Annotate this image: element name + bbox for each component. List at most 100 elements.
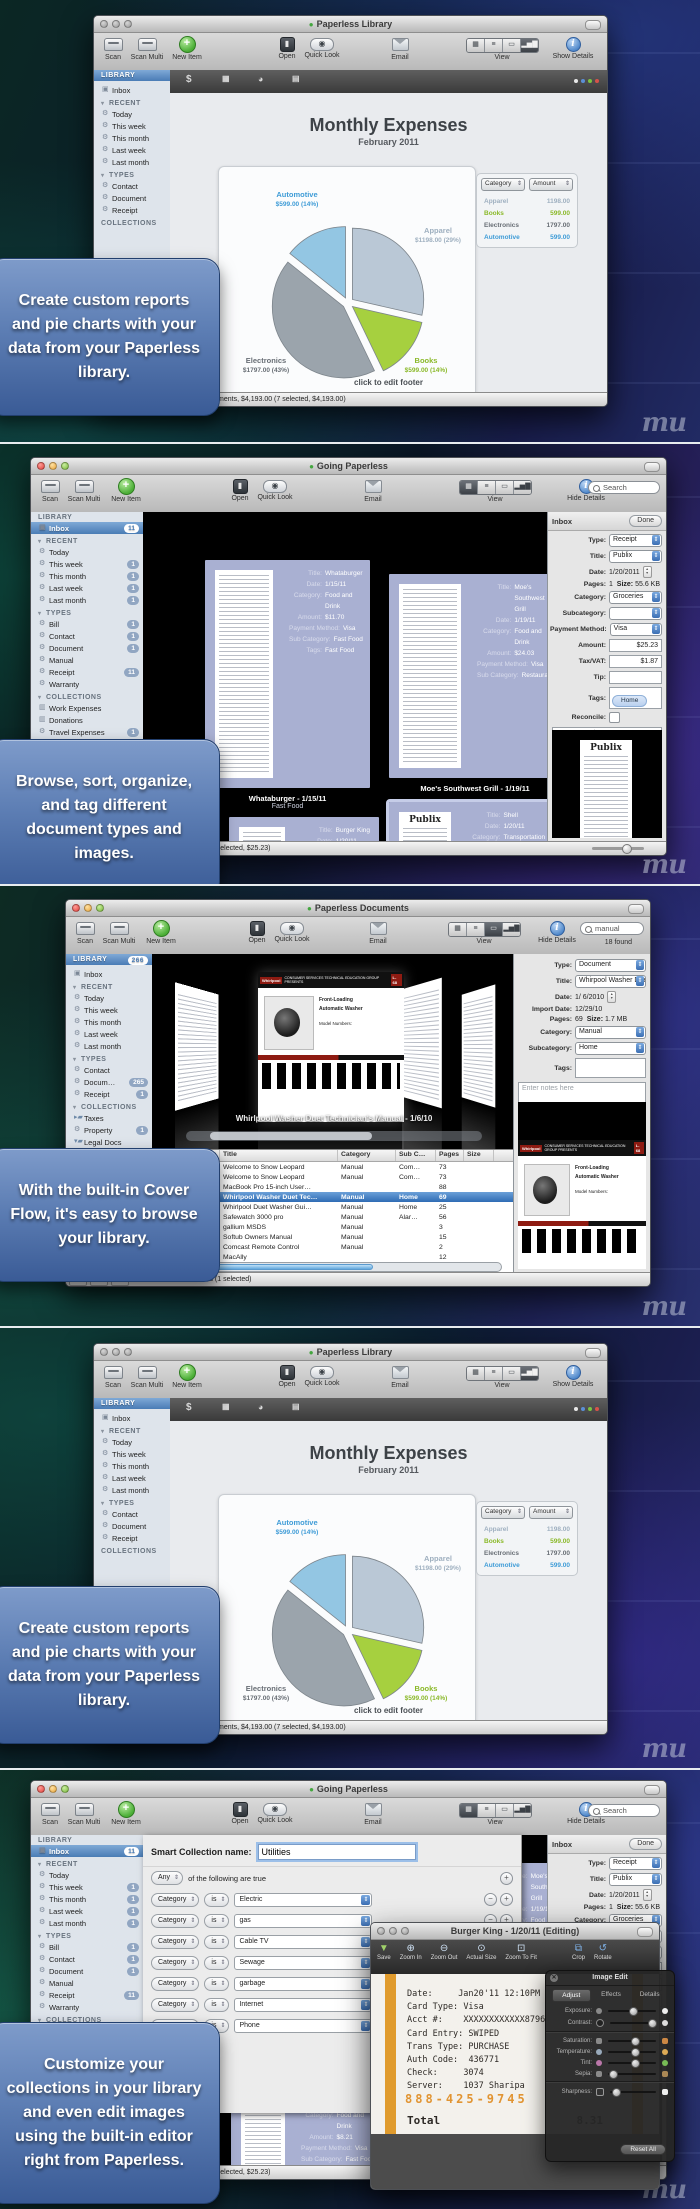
new-item-button[interactable]: + New Item — [144, 920, 178, 945]
sidebar-item-today[interactable]: ⚙ Today — [31, 1869, 143, 1881]
remove-rule-button[interactable]: − — [484, 1893, 497, 1906]
legend-category-popup[interactable]: Category — [481, 178, 525, 191]
exposure-slider[interactable]: Exposure: — [546, 2005, 674, 2016]
sidebar-group-recent[interactable]: ▾ RECENT — [31, 1857, 143, 1869]
sidebar-item-warranty[interactable]: ⚙ Warranty — [31, 678, 143, 690]
scan-button[interactable]: Scan — [37, 1803, 63, 1826]
minimize-button[interactable] — [112, 20, 120, 28]
document-card-burger-king[interactable]: Title:Burger King Date:1/20/11 Category:… — [229, 817, 379, 842]
open-button[interactable]: ▮ Open — [276, 1365, 298, 1388]
sidebar-item-last-month[interactable]: ⚙ 1 Last month — [31, 1917, 143, 1929]
sidebar-item-this-week[interactable]: ⚙ 1 This week — [31, 1881, 143, 1893]
rule-operator-popup[interactable]: is — [204, 1998, 229, 2012]
window-controls[interactable] — [100, 1348, 132, 1356]
open-button[interactable]: ▮ Open — [229, 479, 251, 502]
view-coverflow-segment[interactable]: ▭ — [503, 39, 521, 52]
sidebar-item-inbox[interactable]: ▣ Inbox — [94, 1412, 170, 1424]
view-grid-segment[interactable]: ▦ — [460, 1804, 478, 1817]
pie-chart-icon[interactable]: ◕ — [258, 74, 263, 84]
report-footer[interactable]: click to edit footer — [170, 1706, 607, 1715]
date-value[interactable]: 1/ 6/2010▴ ▾ — [575, 991, 646, 1003]
sidebar-item-contact[interactable]: ⚙ 1 Contact — [31, 630, 143, 642]
sidebar-item-this-month[interactable]: ⚙ This month — [94, 1460, 170, 1472]
email-button[interactable]: Email — [388, 38, 412, 61]
toolbar-toggle-button[interactable] — [585, 1348, 601, 1358]
card-icon[interactable]: ▤ — [292, 74, 300, 83]
sidebar-item-document[interactable]: ⚙ 1 Document — [31, 1965, 143, 1977]
sidebar-item-last-month[interactable]: ⚙ 1 Last month — [31, 594, 143, 606]
disclosure-triangle-icon[interactable]: ▾ — [38, 1934, 42, 1940]
payment-method-popup[interactable]: Visa — [610, 623, 662, 636]
cover-selected[interactable]: Whirlpool CONSUMER SERVICES TECHNICAL ED… — [258, 972, 404, 1122]
title-combo[interactable]: Publix — [609, 550, 662, 563]
view-report-segment[interactable]: ▂▅▇ — [514, 1804, 531, 1817]
zoom-button[interactable] — [61, 462, 69, 470]
view-coverflow-segment[interactable]: ▭ — [485, 923, 503, 936]
scan-multi-button[interactable]: Scan Multi — [65, 480, 103, 503]
titlebar[interactable]: Burger King - 1/20/11 (Editing) — [371, 1923, 659, 1940]
titlebar[interactable]: ● Paperless Documents — [66, 900, 650, 917]
search-field[interactable]: Search — [588, 1804, 660, 1817]
view-segmented-control[interactable]: ▦ ≡ ▭ ▂▅▇ — [466, 1366, 539, 1381]
scan-button[interactable]: Scan — [100, 1366, 126, 1389]
sidebar-group-recent[interactable]: ▾ RECENT — [31, 534, 143, 546]
type-popup[interactable]: Receipt — [609, 534, 662, 547]
sidebar-item-documents[interactable]: ⚙ 265 Docum… — [66, 1076, 152, 1088]
tip-field[interactable] — [609, 671, 662, 684]
view-list-segment[interactable]: ≡ — [467, 923, 485, 936]
hide-details-button[interactable]: i Hide Details — [534, 921, 580, 944]
view-switcher[interactable]: ▦ ≡ ▭ ▂▅▇ View — [448, 922, 520, 945]
done-button[interactable]: Done — [629, 1838, 662, 1850]
legend-amount-popup[interactable]: Amount — [529, 178, 573, 191]
view-segmented-control[interactable]: ▦ ≡ ▭ ▂▅▇ — [459, 1803, 532, 1818]
sidebar-item-last-week[interactable]: ⚙ Last week — [94, 1472, 170, 1484]
view-switcher[interactable]: ▦ ≡ ▭ ▂▅▇ View — [459, 1803, 531, 1826]
minimize-button[interactable] — [49, 1785, 57, 1793]
view-list-segment[interactable]: ≡ — [478, 481, 496, 494]
new-item-button[interactable]: + New Item — [109, 478, 143, 503]
disclosure-triangle-icon[interactable]: ▾ — [38, 611, 42, 617]
sidebar-item-last-week[interactable]: ⚙ 1 Last week — [31, 582, 143, 594]
sidebar-group-recent[interactable]: ▾ RECENT — [94, 96, 170, 108]
sidebar-item-manual[interactable]: ⚙ Manual — [31, 1977, 143, 1989]
titlebar[interactable]: ● Paperless Library — [94, 16, 607, 33]
column-sub-category[interactable]: Sub C… — [396, 1150, 436, 1161]
tab-effects[interactable]: Effects — [593, 1989, 630, 2002]
disclosure-triangle-icon[interactable]: ▾ — [101, 1429, 105, 1435]
sidebar-header-library[interactable]: LIBRARY — [31, 512, 143, 522]
sidebar-group-recent[interactable]: ▾ RECENT — [66, 980, 152, 992]
close-button[interactable] — [37, 462, 45, 470]
zoom-button[interactable] — [96, 904, 104, 912]
window-controls[interactable] — [377, 1927, 409, 1935]
disclosure-triangle-icon[interactable]: ▾ — [38, 539, 42, 545]
sidebar-item-contact[interactable]: ⚙ 1 Contact — [31, 1953, 143, 1965]
titlebar[interactable]: ● Going Paperless — [31, 458, 666, 475]
thumbnail-zoom-slider[interactable] — [592, 847, 644, 850]
new-item-button[interactable]: + New Item — [109, 1801, 143, 1826]
document-preview[interactable]: Publix — [552, 730, 662, 838]
sidebar-item-last-month[interactable]: ⚙ Last month — [66, 1040, 152, 1052]
date-stepper[interactable]: ▴ ▾ — [643, 1889, 652, 1901]
sidebar-item-today[interactable]: ⚙ Today — [66, 992, 152, 1004]
rule-operator-popup[interactable]: is — [204, 1956, 229, 1970]
view-grid-segment[interactable]: ▦ — [460, 481, 478, 494]
sidebar-item-document[interactable]: ⚙ 1 Document — [31, 642, 143, 654]
window-controls[interactable] — [100, 20, 132, 28]
sidebar-header-library[interactable]: LIBRARY — [94, 70, 170, 81]
save-button[interactable]: ▼ Save — [377, 1943, 391, 1961]
tags-field[interactable] — [575, 1058, 646, 1078]
sidebar-item-contact[interactable]: ⚙ Contact — [66, 1064, 152, 1076]
titlebar[interactable]: ● Going Paperless — [31, 1781, 666, 1798]
sidebar-item-this-week[interactable]: ⚙ This week — [94, 120, 170, 132]
subcategory-popup[interactable]: Home — [575, 1042, 646, 1055]
sidebar-header-library[interactable]: LIBRARY 266 — [66, 954, 152, 965]
saturation-slider[interactable]: Saturation: — [546, 2035, 674, 2046]
sidebar-group-types[interactable]: ▾ TYPES — [94, 1496, 170, 1508]
sidebar-group-collections[interactable]: COLLECTIONS — [94, 1544, 170, 1556]
disclosure-triangle-icon[interactable]: ▾ — [101, 173, 105, 179]
view-segmented-control[interactable]: ▦ ≡ ▭ ▂▅▇ — [448, 922, 521, 937]
sidebar-item-manual[interactable]: ⚙ Manual — [31, 654, 143, 666]
sidebar-item-document[interactable]: ⚙ Document — [94, 1520, 170, 1532]
legend-category-popup[interactable]: Category — [481, 1506, 525, 1519]
toolbar-toggle-button[interactable] — [628, 904, 644, 914]
